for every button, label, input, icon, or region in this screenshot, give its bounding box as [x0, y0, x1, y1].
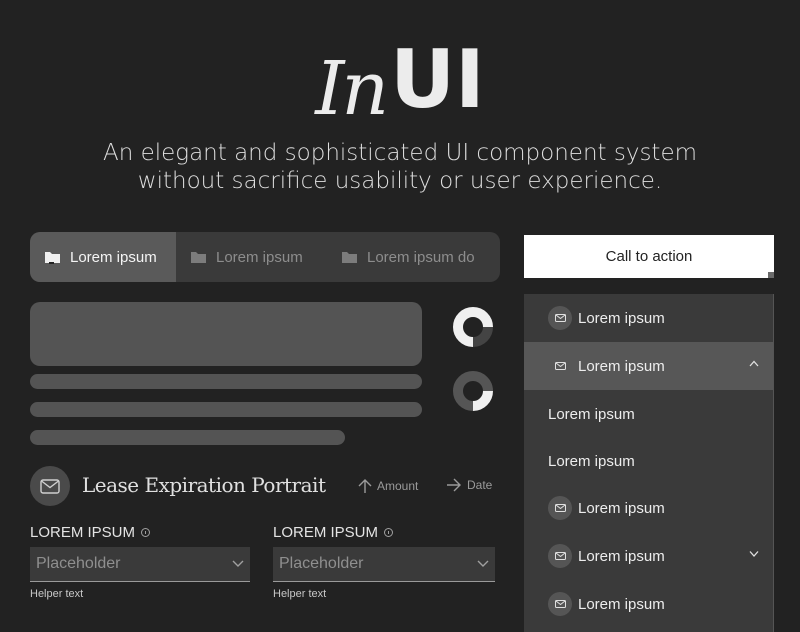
sort-date-label: Date: [467, 478, 493, 492]
mail-icon: [548, 496, 572, 520]
field-label-row: LOREM IPSUM: [30, 522, 250, 542]
form-field-1: LOREM IPSUM Placeholder Helper text: [30, 522, 250, 600]
mail-icon: [548, 544, 572, 568]
folder-icon: [44, 250, 62, 264]
mail-icon: [40, 478, 60, 494]
folder-icon: [190, 250, 208, 264]
select-placeholder: Placeholder: [279, 555, 364, 572]
helper-text: Helper text: [30, 588, 84, 600]
logo: In UI: [0, 33, 800, 132]
tab-2[interactable]: Lorem ipsum: [176, 232, 327, 282]
logo-bold: UI: [390, 33, 485, 126]
skeleton-line: [30, 430, 345, 445]
field-label: LOREM IPSUM: [273, 523, 379, 541]
field-label: LOREM IPSUM: [30, 523, 136, 541]
menu-item[interactable]: Lorem ipsum: [524, 294, 773, 342]
chevron-down-icon[interactable]: [749, 550, 759, 557]
menu-item-label: Lorem ipsum: [578, 595, 665, 613]
tab-bar: Lorem ipsum Lorem ipsum Lorem ipsum do: [30, 232, 500, 282]
info-icon[interactable]: [141, 527, 151, 537]
sort-amount-label: Amount: [377, 479, 419, 493]
menu-item-label: Lorem ipsum: [578, 547, 665, 565]
menu-item-label: Lorem ipsum: [548, 452, 635, 470]
menu-item[interactable]: Lorem ipsum: [524, 580, 773, 628]
submenu-item[interactable]: Lorem ipsum: [524, 390, 773, 438]
mail-avatar: [30, 466, 70, 506]
tagline: An elegant and sophisticated UI componen…: [0, 139, 800, 195]
logo-italic: In: [315, 46, 389, 132]
skeleton-line: [30, 402, 422, 417]
lease-title: Lease Expiration Portrait: [82, 473, 326, 497]
folder-icon: [341, 250, 359, 264]
select-placeholder: Placeholder: [36, 555, 121, 572]
arrow-up-icon: [358, 479, 372, 493]
submenu-item[interactable]: Lorem ipsum: [524, 437, 773, 485]
form-field-2: LOREM IPSUM Placeholder Helper text: [273, 522, 495, 600]
donut-spinner: [453, 371, 494, 412]
mail-icon: [548, 592, 572, 616]
menu-item-expanded[interactable]: Lorem ipsum: [524, 342, 773, 390]
skeleton-line: [30, 374, 422, 389]
tab-label: Lorem ipsum: [216, 248, 303, 266]
tab-label: Lorem ipsum do: [367, 248, 475, 266]
menu-item-collapsible[interactable]: Lorem ipsum: [524, 532, 773, 580]
chevron-down-icon: [232, 560, 244, 567]
arrow-right-icon: [447, 478, 461, 492]
menu-item[interactable]: Lorem ipsum: [524, 484, 773, 532]
menu-item-label: Lorem ipsum: [578, 357, 665, 375]
dropdown-select[interactable]: Placeholder: [30, 547, 250, 582]
mail-icon: [548, 354, 572, 378]
menu-item-label: Lorem ipsum: [578, 499, 665, 517]
call-to-action-button[interactable]: Call to action: [524, 235, 774, 278]
mail-icon: [548, 306, 572, 330]
side-menu: Lorem ipsum Lorem ipsum Lorem ipsum Lore…: [524, 294, 774, 632]
menu-item-label: Lorem ipsum: [548, 405, 635, 423]
sort-amount-button[interactable]: Amount: [358, 478, 418, 494]
tab-3[interactable]: Lorem ipsum do: [327, 232, 500, 282]
chevron-up-icon[interactable]: [749, 360, 759, 367]
menu-item-label: Lorem ipsum: [578, 309, 665, 327]
tab-1[interactable]: Lorem ipsum: [30, 232, 176, 282]
donut-spinner: [453, 307, 494, 348]
cta-label: Call to action: [605, 248, 693, 265]
info-icon[interactable]: [384, 527, 394, 537]
tab-label: Lorem ipsum: [70, 248, 157, 266]
tagline-line-1: An elegant and sophisticated UI componen…: [102, 140, 698, 166]
cta-corner-marker: [768, 272, 774, 278]
helper-text: Helper text: [273, 588, 327, 600]
dropdown-select[interactable]: Placeholder: [273, 547, 495, 582]
field-label-row: LOREM IPSUM: [273, 522, 493, 542]
chevron-down-icon: [477, 560, 489, 567]
sort-date-button[interactable]: Date: [446, 478, 492, 492]
tagline-line-2: without sacrifice usability or user expe…: [137, 168, 663, 194]
skeleton-block: [30, 302, 422, 366]
